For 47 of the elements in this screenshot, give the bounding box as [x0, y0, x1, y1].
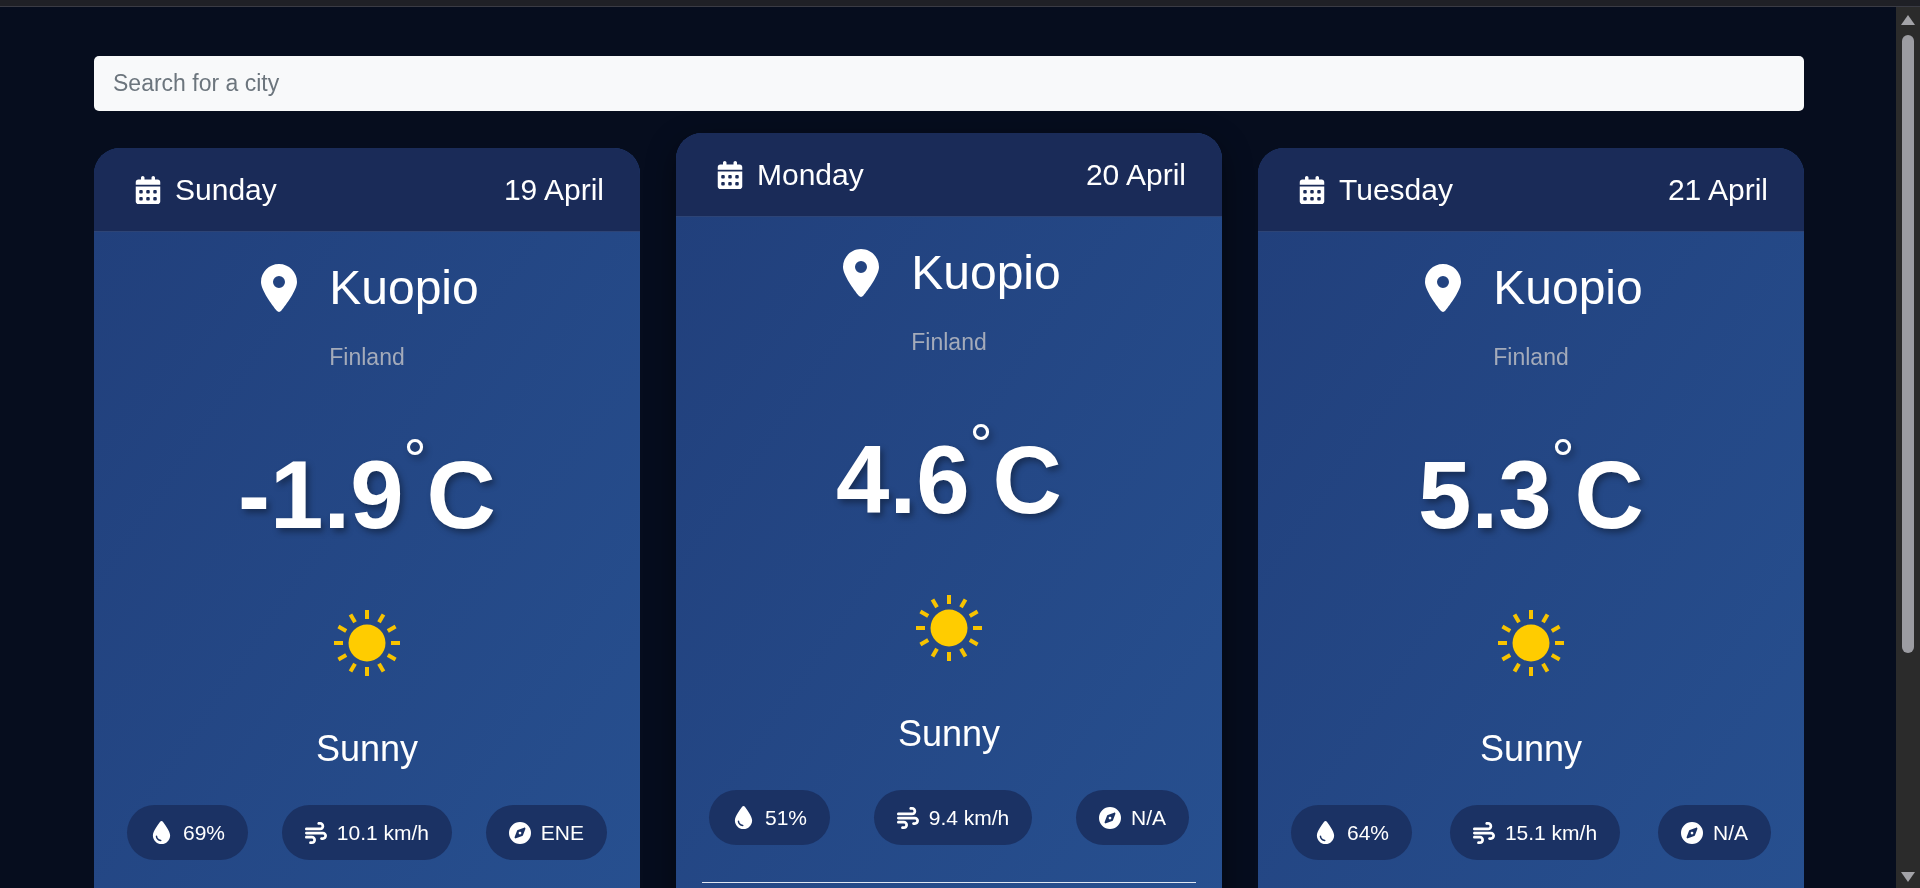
day-name: Sunday — [175, 174, 277, 205]
date-label: 19 April — [503, 174, 604, 205]
day-name: Tuesday — [1339, 174, 1453, 205]
sun-icon — [1497, 609, 1565, 678]
wind-speed-value: 15.1 km/h — [1504, 822, 1598, 844]
city-name: Kuopio — [1493, 260, 1643, 316]
scrollbar-thumb[interactable] — [1902, 35, 1914, 653]
wind-speed-value: 9.4 km/h — [928, 807, 1010, 829]
scroll-up-arrow-icon[interactable] — [1901, 15, 1915, 25]
wind-icon — [304, 821, 327, 844]
sun-icon — [333, 609, 401, 678]
calendar-icon — [134, 175, 162, 204]
wind-icon — [896, 806, 919, 829]
compass-icon — [508, 821, 531, 844]
wind-direction-value: ENE — [540, 822, 584, 844]
country-name: Finland — [1493, 343, 1569, 372]
condition-label: Sunny — [897, 712, 1001, 756]
droplet-icon — [1314, 821, 1337, 845]
country-name: Finland — [329, 343, 405, 372]
wind-speed-value: 10.1 km/h — [336, 822, 430, 844]
droplet-icon — [732, 806, 755, 830]
humidity-value: 51% — [765, 807, 808, 829]
compass-icon — [1680, 821, 1703, 844]
condition-label: Sunny — [1479, 727, 1583, 771]
calendar-icon — [716, 160, 744, 189]
temperature-value: 4.6$^{°}$C — [835, 411, 1063, 536]
city-name: Kuopio — [911, 245, 1061, 301]
calendar-icon — [1298, 175, 1326, 204]
condition-label: Sunny — [315, 727, 419, 771]
droplet-icon — [150, 821, 173, 845]
country-name: Finland — [911, 328, 987, 357]
compass-icon — [1099, 806, 1121, 829]
humidity-value: 69% — [183, 822, 226, 844]
wind-direction-value: N/A — [1712, 822, 1748, 844]
humidity-value: 64% — [1347, 822, 1390, 844]
date-label: 20 April — [1085, 159, 1186, 190]
day-name: Monday — [757, 159, 864, 190]
city-name: Kuopio — [329, 260, 479, 316]
wind-direction-value: N/A — [1131, 807, 1166, 829]
scrollbar[interactable] — [1896, 7, 1920, 888]
scroll-down-arrow-icon[interactable] — [1901, 872, 1915, 882]
temperature-value: 5.3$^{°}$C — [1417, 426, 1645, 551]
date-label: 21 April — [1667, 174, 1768, 205]
wind-icon — [1472, 821, 1495, 844]
sun-icon — [915, 594, 983, 663]
search-field[interactable]: Search for a city — [94, 56, 1804, 111]
temperature-value: -1.9$^{°}$C — [237, 426, 497, 551]
